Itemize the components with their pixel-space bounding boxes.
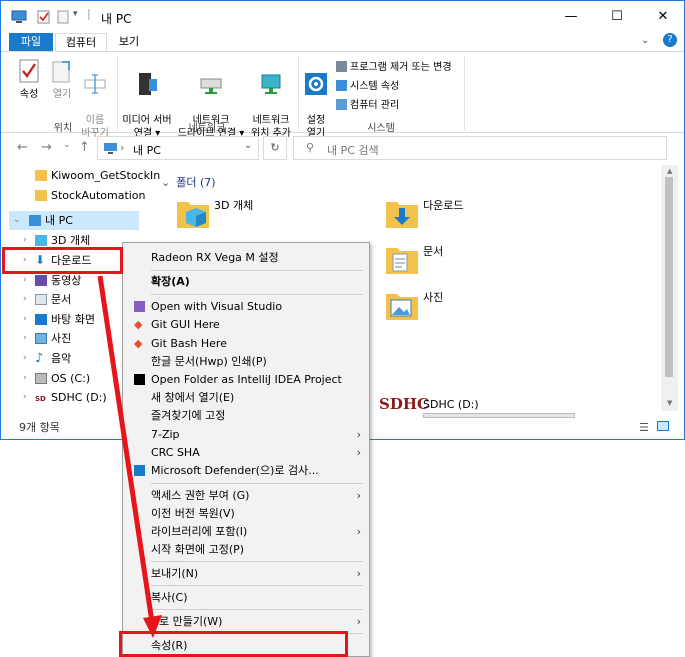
annotation-arrow [97, 275, 162, 638]
